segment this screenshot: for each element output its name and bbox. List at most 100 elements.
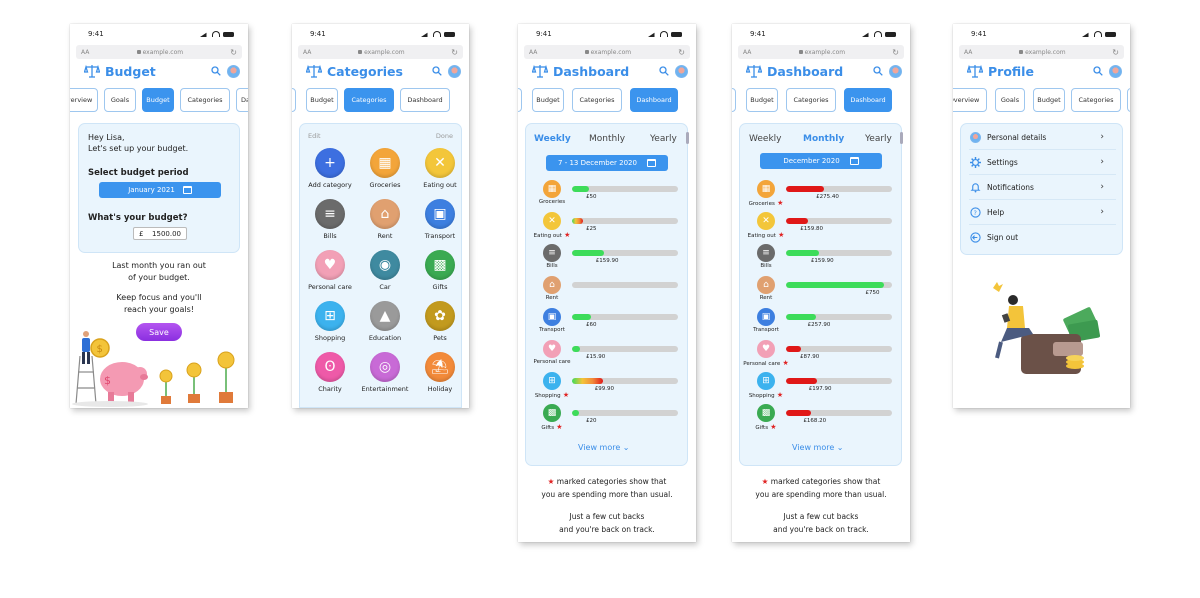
spending-row[interactable]: ▩ Gifts ★ £168.20 [740,404,903,434]
spending-row[interactable]: ✕ Eating out ★ £25 [526,212,689,242]
reload-icon[interactable]: ↻ [230,48,237,57]
tab-overview[interactable]: Overview [70,88,98,112]
tab-categories[interactable]: Categories [1071,88,1121,112]
date-range-selector[interactable]: December 2020 [760,153,882,169]
profile-item-notifications[interactable]: Notifications › [969,175,1116,200]
category-holiday[interactable]: ⛱ Holiday [411,352,469,393]
budget-amount-input[interactable]: £ 1500.00 [133,227,187,240]
tab-goals-clipped[interactable] [732,88,736,112]
spending-row[interactable]: ▣ Transport £257.90 [740,308,903,338]
profile-item-sign-out[interactable]: Sign out [969,225,1116,250]
text-size-button[interactable]: AA [743,49,751,56]
tab-budget[interactable]: Budget [746,88,778,112]
category-gifts[interactable]: ▩ Gifts [411,250,469,291]
date-range-selector[interactable]: 7 - 13 December 2020 [546,155,668,171]
spending-row[interactable]: ≡ Bills £159.90 [526,244,689,274]
address-bar[interactable]: AA example.com ↻ [738,45,904,59]
reload-icon[interactable]: ↻ [678,48,685,57]
category-personal-care[interactable]: ♥ Personal care [301,250,359,291]
scrollbar[interactable] [686,132,689,144]
spending-row[interactable]: ▦ Groceries ★ £275.40 [740,180,903,210]
spending-row[interactable]: ✕ Eating out ★ £159.80 [740,212,903,242]
scrollbar[interactable] [900,132,903,144]
search-icon[interactable] [1093,66,1103,76]
category-bills[interactable]: ≡ Bills [301,199,359,240]
period-tab-monthly[interactable]: Monthly [589,134,625,144]
avatar[interactable] [227,64,240,78]
spending-row[interactable]: ▩ Gifts ★ £20 [526,404,689,434]
tab-dashboard[interactable]: Dashboard [236,88,248,112]
profile-item-help[interactable]: ? Help › [969,200,1116,225]
spending-row[interactable]: ▦ Groceries £50 [526,180,689,210]
category-eating-out[interactable]: ✕ Eating out [411,148,469,189]
done-button[interactable]: Done [436,132,453,140]
view-more-link[interactable]: View more ⌄ [792,443,844,452]
reload-icon[interactable]: ↻ [892,48,899,57]
tab-budget[interactable]: Budget [306,88,338,112]
address-bar[interactable]: AA example.com ↻ [524,45,690,59]
tab-goals[interactable]: Goals [995,88,1025,112]
address-bar[interactable]: AA example.com ↻ [298,45,463,59]
category-transport[interactable]: ▣ Transport [411,199,469,240]
avatar[interactable] [1109,64,1122,78]
tab-goals[interactable]: Goals [104,88,136,112]
category-groceries[interactable]: ▦ Groceries [356,148,414,189]
view-more-link[interactable]: View more ⌄ [578,443,630,452]
tab-goals-clipped[interactable] [518,88,522,112]
profile-item-personal-details[interactable]: Personal details › [969,125,1116,150]
tab-budget[interactable]: Budget [142,88,174,112]
category-shopping[interactable]: ⊞ Shopping [301,301,359,342]
reload-icon[interactable]: ↻ [1112,48,1119,57]
tab-categories[interactable]: Categories [786,88,836,112]
tab-overview[interactable]: Overview [953,88,987,112]
spending-row[interactable]: ♥ Personal care ★ £87.90 [740,340,903,370]
tab-categories[interactable]: Categories [180,88,230,112]
period-tab-weekly[interactable]: Weekly [749,134,781,144]
avatar[interactable] [448,64,461,78]
category-car[interactable]: ◉ Car [356,250,414,291]
tab-dashboard-clipped[interactable] [1127,88,1130,112]
spending-row-name: Gifts ★ [526,423,578,431]
search-icon[interactable] [211,66,221,76]
period-tab-yearly[interactable]: Yearly [865,134,892,144]
tab-dashboard[interactable]: Dashboard [844,88,892,112]
text-size-button[interactable]: AA [529,49,537,56]
address-bar[interactable]: AA example.com ↻ [959,45,1124,59]
text-size-button[interactable]: AA [303,49,311,56]
spending-row[interactable]: ⌂ Rent [526,276,689,306]
spending-row[interactable]: ⊞ Shopping ★ £99.90 [526,372,689,402]
spending-row[interactable]: ⊞ Shopping ★ £197.90 [740,372,903,402]
spending-row[interactable]: ♥ Personal care £15.90 [526,340,689,370]
spending-row[interactable]: ⌂ Rent £750 [740,276,903,306]
spending-row[interactable]: ▣ Transport £60 [526,308,689,338]
period-tab-yearly[interactable]: Yearly [650,134,677,144]
spending-row[interactable]: ≡ Bills £159.90 [740,244,903,274]
category-education[interactable]: ▲ Education [356,301,414,342]
category-pets[interactable]: ✿ Pets [411,301,469,342]
category-charity[interactable]: ʘ Charity [301,352,359,393]
search-icon[interactable] [432,66,442,76]
avatar[interactable] [675,64,688,78]
edit-button[interactable]: Edit [308,132,321,140]
tab-budget[interactable]: Budget [1033,88,1065,112]
period-tab-monthly[interactable]: Monthly [803,134,844,144]
text-size-button[interactable]: AA [81,49,89,56]
text-size-button[interactable]: AA [964,49,972,56]
category-add-category[interactable]: + Add category [301,148,359,189]
category-rent[interactable]: ⌂ Rent [356,199,414,240]
reload-icon[interactable]: ↻ [451,48,458,57]
search-icon[interactable] [659,66,669,76]
profile-item-settings[interactable]: Settings › [969,150,1116,175]
tab-dashboard[interactable]: Dashboard [400,88,450,112]
tab-categories[interactable]: Categories [572,88,622,112]
category-entertainment[interactable]: ◎ Entertainment [356,352,414,393]
search-icon[interactable] [873,66,883,76]
period-tab-weekly[interactable]: Weekly [534,134,571,144]
period-selector[interactable]: January 2021 [99,182,221,198]
avatar[interactable] [889,64,902,78]
address-bar[interactable]: AA example.com ↻ [76,45,242,59]
tab-categories[interactable]: Categories [344,88,394,112]
tab-dashboard[interactable]: Dashboard [630,88,678,112]
tab-budget[interactable]: Budget [532,88,564,112]
tab-goals-clipped[interactable] [292,88,296,112]
